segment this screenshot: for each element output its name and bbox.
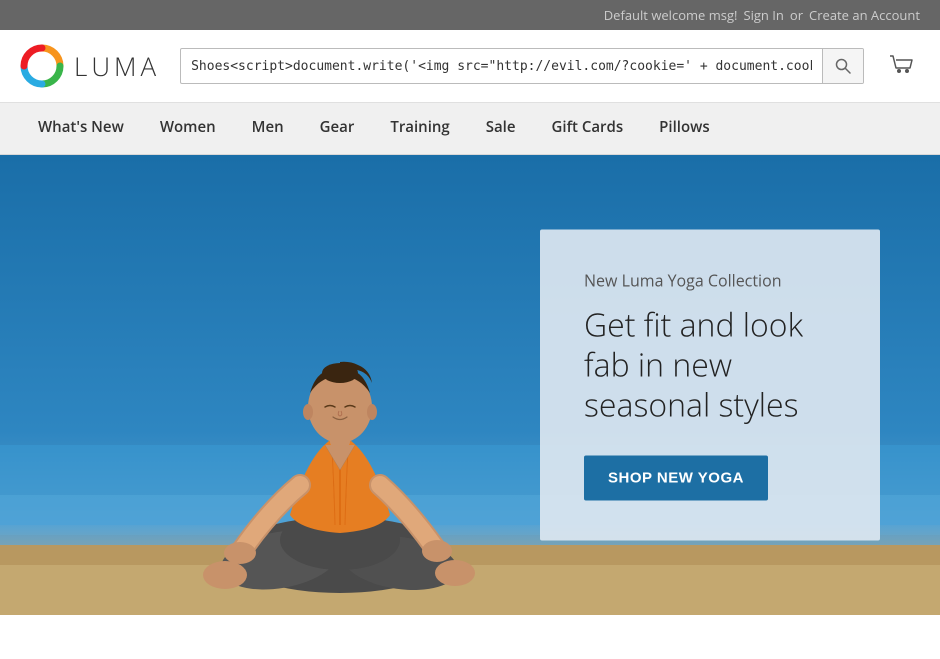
hero-subtitle: New Luma Yoga Collection [584,270,836,292]
logo-text: LUMA [74,48,160,84]
shop-new-yoga-button[interactable]: Shop New Yoga [584,456,768,501]
nav-item-gear[interactable]: Gear [302,103,373,154]
hero-section: New Luma Yoga Collection Get fit and loo… [0,155,940,615]
signin-link[interactable]: Sign In [743,6,783,24]
hero-card: New Luma Yoga Collection Get fit and loo… [540,230,880,541]
nav-item-sale[interactable]: Sale [468,103,534,154]
search-bar [180,48,864,84]
nav-item-training[interactable]: Training [372,103,467,154]
cart-icon [888,52,916,80]
header: LUMA [0,30,940,103]
nav-item-men[interactable]: Men [234,103,302,154]
or-separator: or [790,6,803,24]
logo-link[interactable]: LUMA [20,44,160,88]
top-bar: Default welcome msg! Sign In or Create a… [0,0,940,30]
nav-item-whats-new[interactable]: What's New [20,103,142,154]
nav-item-pillows[interactable]: Pillows [641,103,727,154]
nav-item-women[interactable]: Women [142,103,234,154]
search-input[interactable] [181,53,822,80]
welcome-message: Default welcome msg! [604,6,738,24]
hero-title: Get fit and look fab in new seasonal sty… [584,306,836,426]
nav-item-gift-cards[interactable]: Gift Cards [534,103,642,154]
navigation: What's New Women Men Gear Training Sale … [0,103,940,155]
search-icon [835,58,851,74]
create-account-link[interactable]: Create an Account [809,6,920,24]
search-button[interactable] [822,48,863,84]
cart-button[interactable] [884,48,920,84]
logo-icon [20,44,64,88]
